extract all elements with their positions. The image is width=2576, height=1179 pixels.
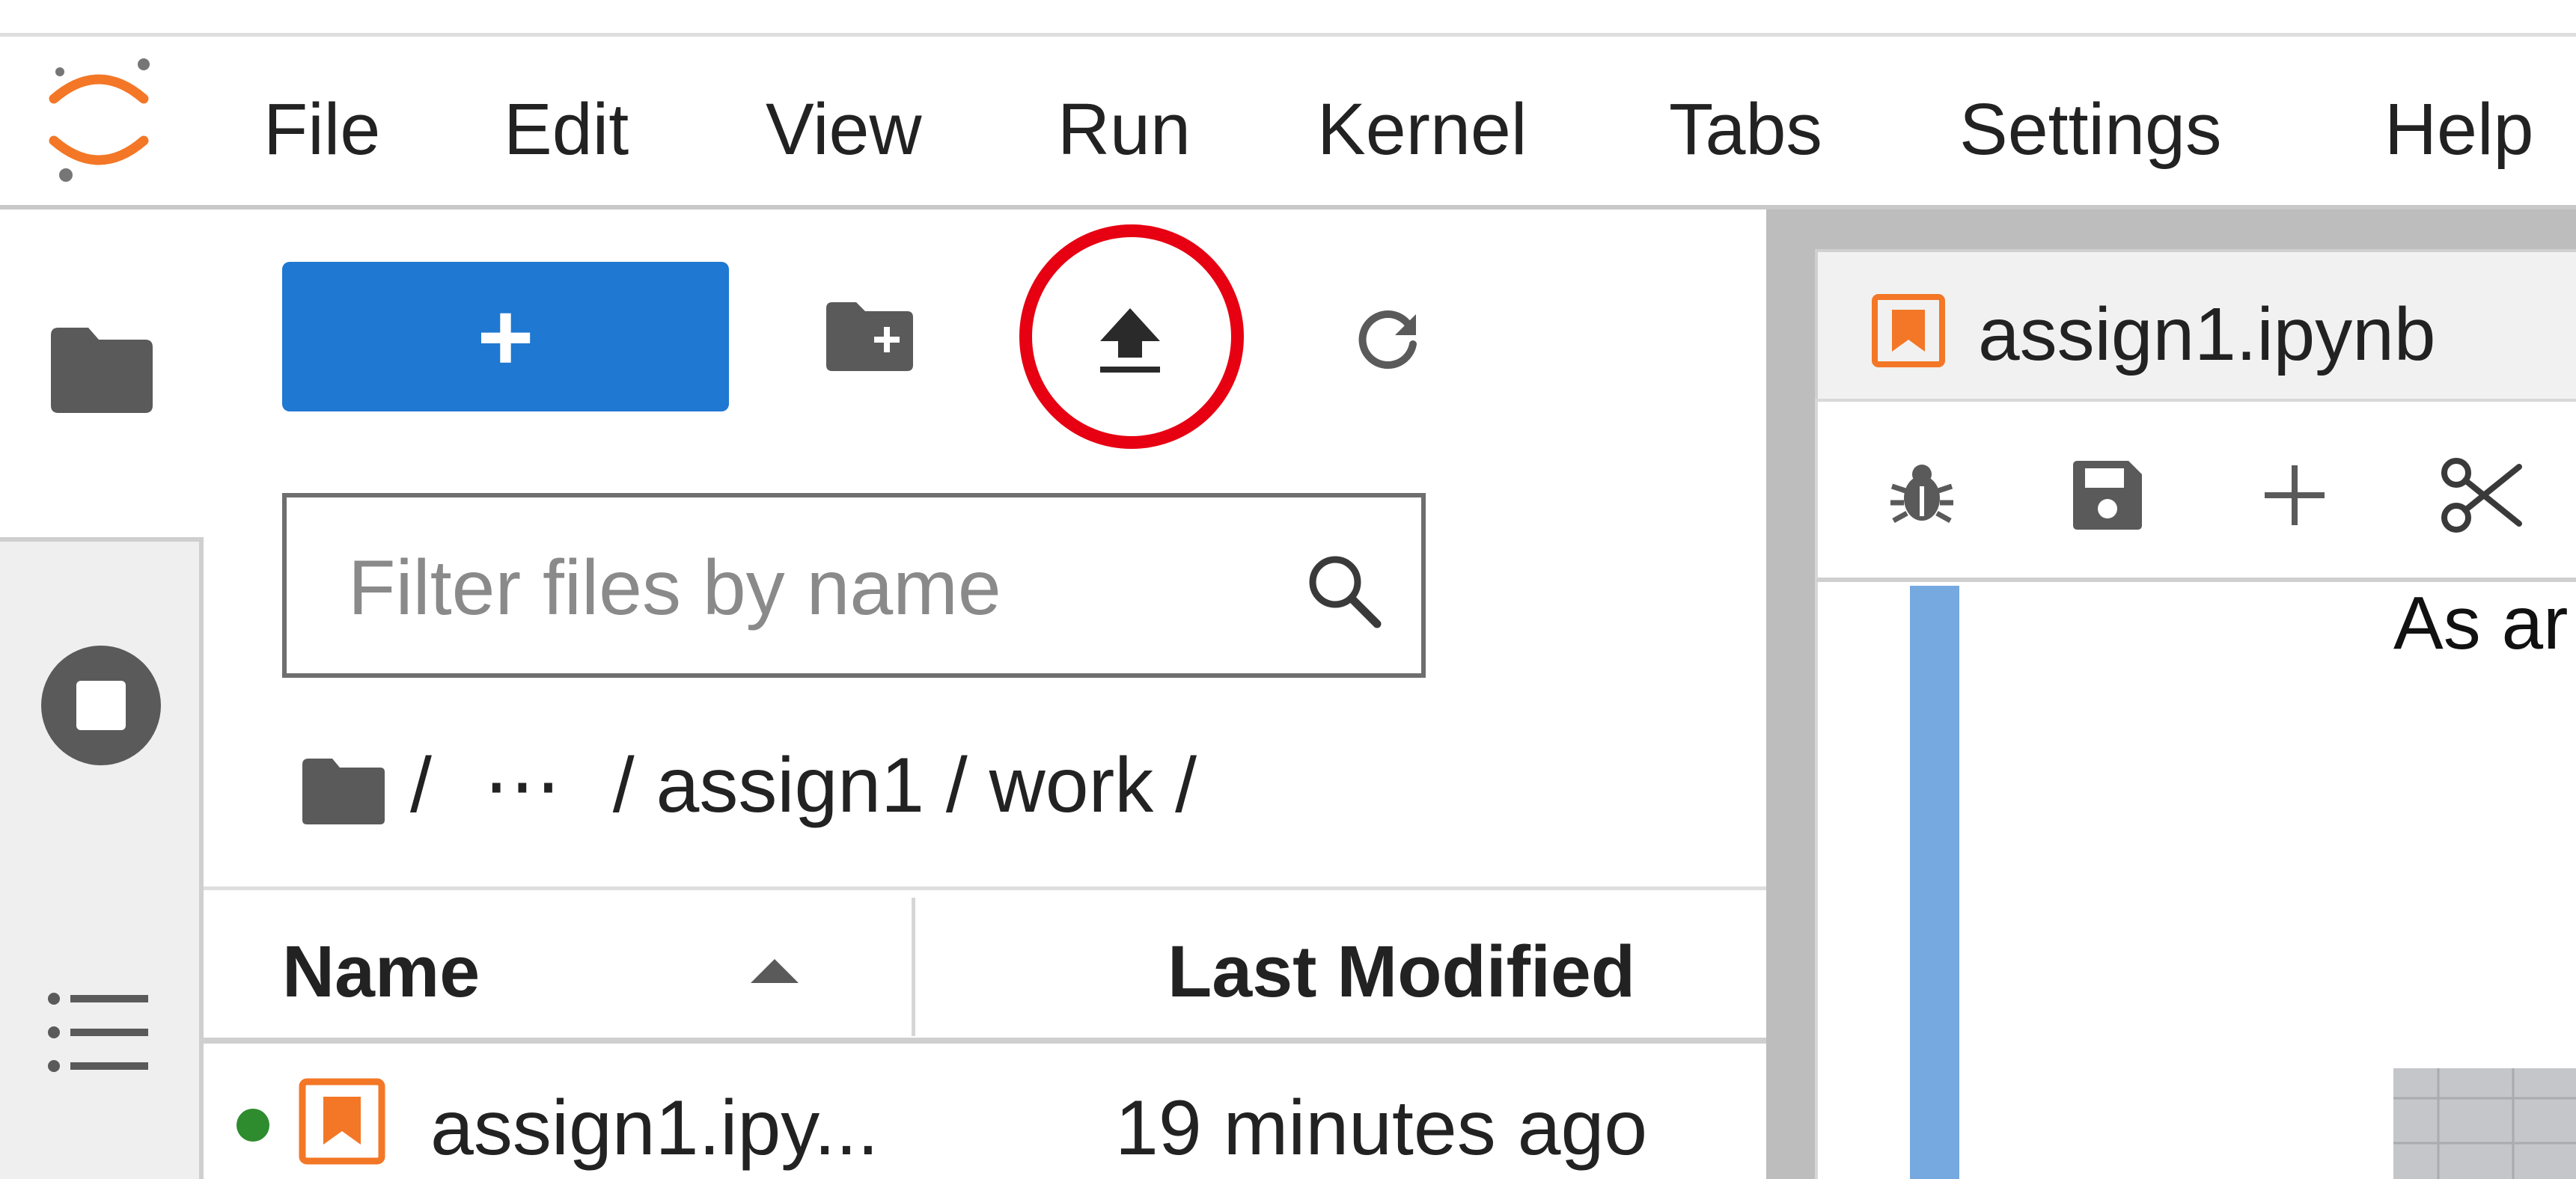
menu-file[interactable]: File: [263, 88, 380, 171]
folder-icon[interactable]: [45, 322, 157, 419]
breadcrumb-root[interactable]: /: [410, 742, 432, 829]
tab-notebook-label: assign1.ipynb: [1978, 293, 2436, 376]
breadcrumb-ellipsis[interactable]: ⋯: [483, 742, 561, 829]
debug-icon[interactable]: [1884, 456, 1959, 531]
menu-kernel[interactable]: Kernel: [1317, 88, 1527, 171]
search-icon: [1302, 549, 1385, 631]
upload-highlight-ring: [1019, 224, 1244, 449]
jupyter-logo-icon: [39, 52, 159, 187]
column-header-name[interactable]: Name: [282, 931, 480, 1013]
menu-settings[interactable]: Settings: [1959, 88, 2222, 171]
breadcrumb: / ⋯ / assign1 / work /: [299, 737, 1197, 834]
menu-view[interactable]: View: [766, 88, 922, 171]
add-cell-icon[interactable]: [2262, 462, 2328, 528]
new-launcher-label: +: [477, 282, 534, 391]
menu-edit[interactable]: Edit: [504, 88, 629, 171]
notebook-file-icon: [298, 1077, 386, 1166]
column-divider[interactable]: [912, 898, 915, 1036]
new-folder-icon[interactable]: [822, 298, 918, 376]
window-top-strip: [0, 0, 2576, 37]
cell-image: [2393, 1068, 2576, 1179]
save-icon[interactable]: [2067, 455, 2148, 536]
menu-help[interactable]: Help: [2384, 88, 2534, 171]
notebook-tab-icon: [1871, 293, 1946, 368]
running-indicator-icon: [236, 1109, 269, 1142]
cut-icon[interactable]: [2438, 452, 2525, 539]
file-name: assign1.ipy...: [430, 1085, 879, 1172]
file-filter-box: [282, 493, 1426, 678]
cell-selection-bar[interactable]: [1910, 586, 1959, 1179]
running-stop-icon[interactable]: [39, 643, 163, 768]
sort-ascending-icon[interactable]: [745, 956, 805, 986]
markdown-cell-text: As ar: [2393, 581, 2569, 665]
file-filter-input[interactable]: [347, 527, 1210, 649]
menu-run[interactable]: Run: [1057, 88, 1191, 171]
menu-tabs[interactable]: Tabs: [1669, 88, 1822, 171]
file-last-modified: 19 minutes ago: [1115, 1085, 1648, 1172]
breadcrumb-path[interactable]: / assign1 / work /: [613, 742, 1197, 829]
refresh-icon[interactable]: [1352, 305, 1423, 377]
table-of-contents-icon[interactable]: [46, 987, 151, 1077]
breadcrumb-home-folder-icon[interactable]: [299, 756, 388, 827]
new-launcher-button[interactable]: +: [282, 262, 729, 411]
column-header-last-modified[interactable]: Last Modified: [1168, 931, 1635, 1013]
activity-bar-lower: [0, 537, 204, 1179]
